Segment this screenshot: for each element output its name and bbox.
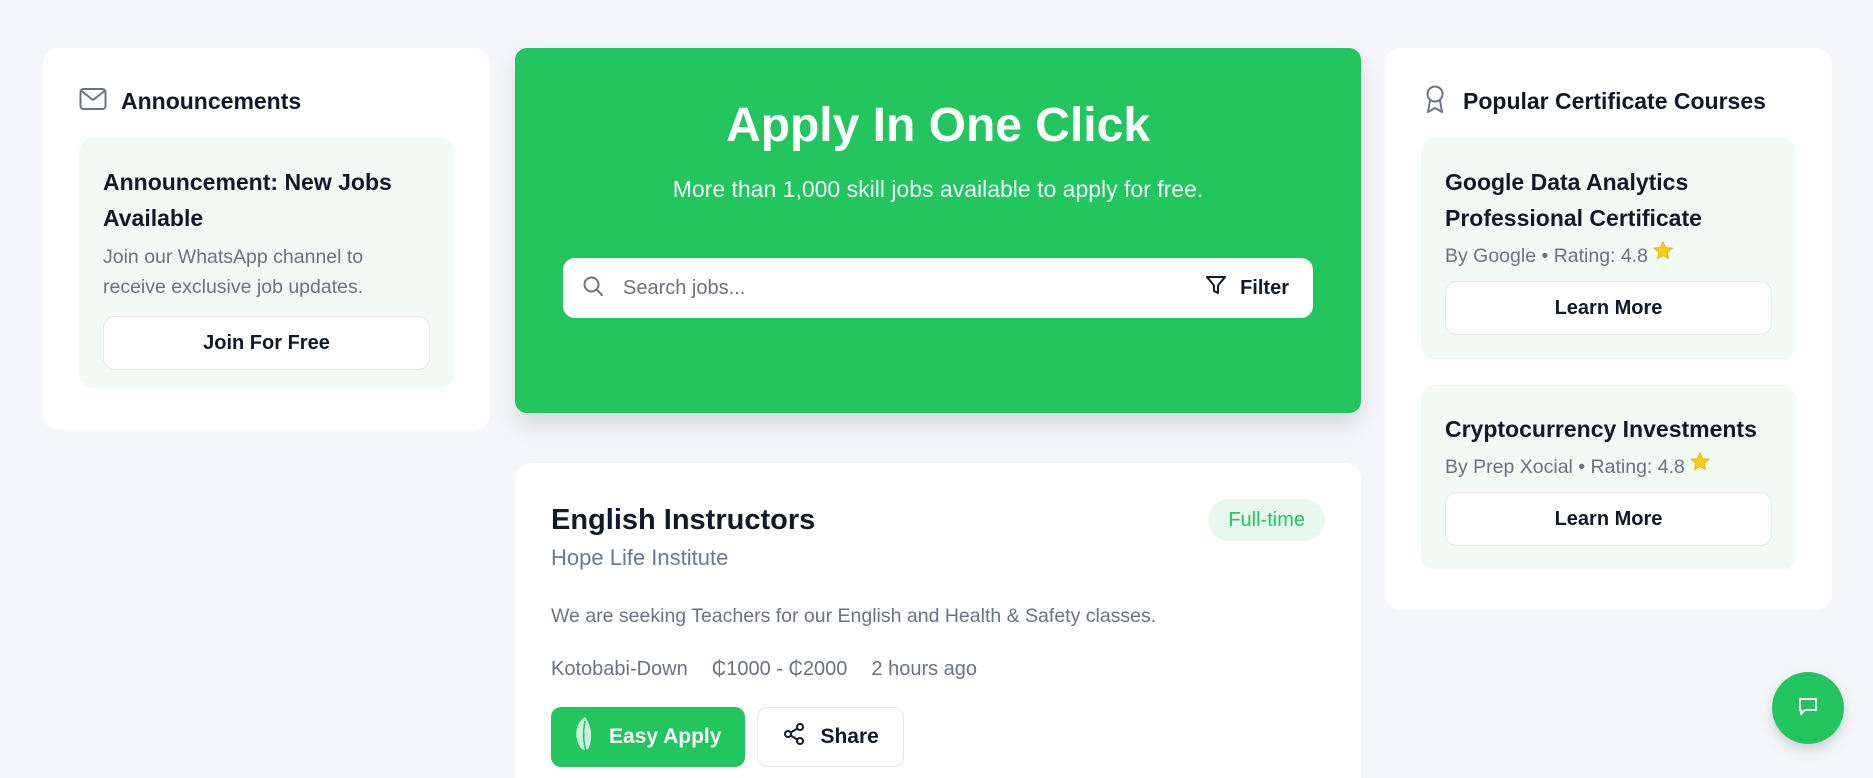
share-icon	[782, 722, 806, 752]
course-meta-text: By Prep Xocial • Rating: 4.8	[1445, 455, 1685, 478]
job-description: We are seeking Teachers for our English …	[551, 605, 1157, 627]
share-label: Share	[820, 725, 879, 748]
hero-subtitle: More than 1,000 skill jobs available to …	[672, 176, 1204, 202]
course-meta-text: By Google • Rating: 4.8	[1445, 244, 1649, 267]
announcement-item: Announcement: New Jobs Available Join ou…	[79, 138, 454, 388]
star-icon	[1689, 451, 1711, 482]
learn-more-button[interactable]: Learn More	[1445, 492, 1772, 546]
course-meta: By Prep Xocial • Rating: 4.8	[1445, 451, 1772, 482]
search-icon	[581, 274, 605, 303]
page: Announcements Announcement: New Jobs Ava…	[0, 0, 1873, 778]
easy-apply-label: Easy Apply	[609, 725, 722, 748]
job-header: English Instructors Hope Life Institute …	[551, 499, 1325, 571]
job-title[interactable]: English Instructors	[551, 503, 815, 537]
filter-icon	[1204, 273, 1228, 303]
courses-card: Popular Certificate Courses Google Data …	[1385, 48, 1832, 610]
job-location: Kotobabi-Down	[551, 658, 688, 680]
job-card[interactable]: English Instructors Hope Life Institute …	[515, 463, 1361, 778]
filter-label: Filter	[1240, 276, 1289, 299]
mail-icon	[79, 87, 107, 116]
search-input[interactable]: Search jobs...	[623, 277, 1204, 300]
hero-title: Apply In One Click	[725, 99, 1151, 152]
join-for-free-button[interactable]: Join For Free	[103, 316, 430, 370]
course-item: Google Data Analytics Professional Certi…	[1421, 138, 1796, 359]
announcement-description: Join our WhatsApp channel to receive exc…	[103, 246, 364, 298]
announcements-header: Announcements	[79, 84, 454, 118]
course-title: Cryptocurrency Investments	[1445, 416, 1757, 442]
learn-more-button[interactable]: Learn More	[1445, 281, 1772, 335]
filter-button[interactable]: Filter	[1204, 273, 1289, 303]
job-company: Hope Life Institute	[551, 545, 729, 570]
course-item: Cryptocurrency Investments By Prep Xocia…	[1421, 385, 1796, 570]
feather-icon	[571, 715, 597, 759]
share-button[interactable]: Share	[757, 707, 904, 767]
courses-header: Popular Certificate Courses	[1421, 84, 1796, 118]
easy-apply-button[interactable]: Easy Apply	[551, 707, 746, 767]
announcements-card: Announcements Announcement: New Jobs Ava…	[43, 48, 490, 430]
course-title: Google Data Analytics Professional Certi…	[1445, 169, 1702, 231]
award-icon	[1421, 84, 1449, 119]
announcement-title: Announcement: New Jobs Available	[103, 169, 392, 231]
job-meta: Kotobabi-Down ₵1000 - ₵2000 2 hours ago	[551, 658, 1325, 681]
chat-button[interactable]	[1772, 672, 1844, 744]
course-meta: By Google • Rating: 4.8	[1445, 240, 1772, 271]
courses-title: Popular Certificate Courses	[1463, 87, 1766, 114]
job-posted-time: 2 hours ago	[871, 658, 978, 680]
job-type-badge: Full-time	[1208, 499, 1325, 541]
hero-banner: Apply In One Click More than 1,000 skill…	[515, 48, 1361, 413]
job-salary: ₵1000 - ₵2000	[711, 658, 848, 680]
job-actions: Easy Apply Share	[551, 707, 1325, 767]
star-icon	[1652, 240, 1674, 271]
announcements-title: Announcements	[121, 87, 302, 114]
chat-icon	[1796, 694, 1820, 723]
job-search-bar: Search jobs... Filter	[563, 258, 1313, 318]
